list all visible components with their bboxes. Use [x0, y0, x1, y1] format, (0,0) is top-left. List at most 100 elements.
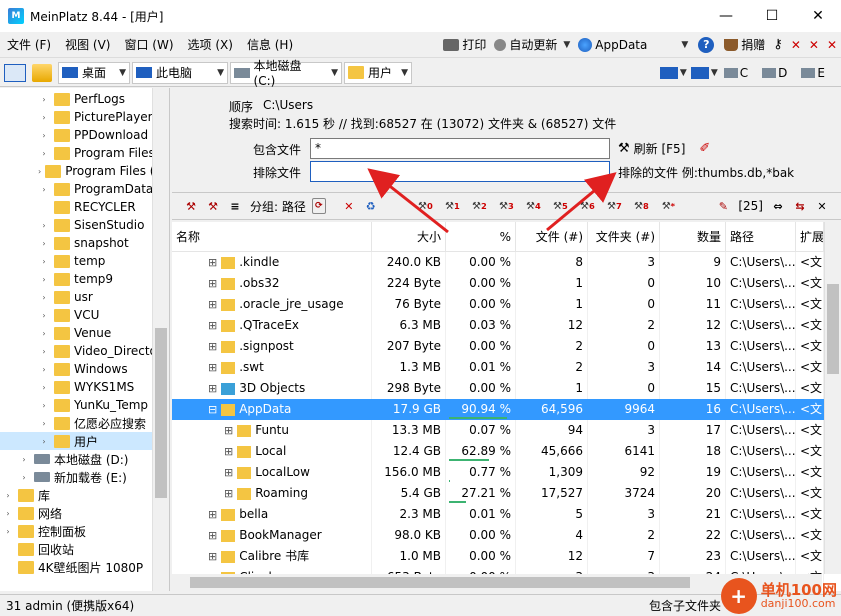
- tree-scrollbar[interactable]: [152, 88, 169, 591]
- column-header[interactable]: 路径: [726, 222, 796, 252]
- auto-update-button[interactable]: 自动更新 ▼: [490, 34, 574, 56]
- expand-icon[interactable]: ⊞: [208, 252, 217, 273]
- chevron-down-icon[interactable]: ▼: [401, 68, 408, 78]
- table-row[interactable]: ⊞ .obs32 224 Byte 0.00 % 1 0 10 C:\Users\... <文: [172, 273, 841, 294]
- expand-icon[interactable]: ⊞: [208, 294, 217, 315]
- filter-level-6-icon[interactable]: ⚒ 6: [576, 197, 599, 215]
- tree-item[interactable]: › Program Files: [0, 144, 169, 162]
- hammer-icon[interactable]: ⚒: [182, 197, 200, 215]
- chevron-right-icon[interactable]: ›: [38, 167, 41, 176]
- tree-item[interactable]: › SisenStudio: [0, 216, 169, 234]
- table-row[interactable]: ⊞ Local 12.4 GB 62.89 % 45,666 6141 18 C:\Users…: [172, 441, 841, 462]
- tool-close-other-button[interactable]: ✕: [823, 34, 841, 56]
- chevron-right-icon[interactable]: ›: [38, 239, 50, 248]
- column-header[interactable]: 文件 (#): [516, 222, 588, 252]
- menu-window[interactable]: 窗口 (W): [117, 34, 180, 56]
- grid-hscroll-thumb[interactable]: [190, 577, 690, 588]
- filter-level-3-icon[interactable]: ⚒ 3: [495, 197, 518, 215]
- exclude-input[interactable]: [310, 161, 610, 182]
- tree-item[interactable]: › 库: [0, 486, 169, 504]
- table-row[interactable]: ⊞ bella 2.3 MB 0.01 % 5 3 21 C:\Users\... <文: [172, 504, 841, 525]
- tree-item[interactable]: › 新加载卷 (E:): [0, 468, 169, 486]
- filter-level-4-icon[interactable]: ⚒ 4: [522, 197, 545, 215]
- chevron-right-icon[interactable]: ›: [38, 149, 50, 158]
- pen-icon[interactable]: ✎: [714, 197, 732, 215]
- table-row[interactable]: ⊞ .signpost 207 Byte 0.00 % 2 0 13 C:\Users\...…: [172, 336, 841, 357]
- breadcrumb-pc[interactable]: 此电脑 ▼: [132, 61, 228, 84]
- filter-level-9-icon[interactable]: ⚒ *: [657, 197, 680, 215]
- menu-options[interactable]: 选项 (X): [181, 34, 240, 56]
- table-row[interactable]: ⊞ .swt 1.3 MB 0.01 % 2 3 14 C:\Users\... <文: [172, 357, 841, 378]
- tree-item[interactable]: › Venue: [0, 324, 169, 342]
- tree-item[interactable]: › 本地磁盘 (D:): [0, 450, 169, 468]
- chevron-right-icon[interactable]: ›: [38, 437, 50, 446]
- tree-item[interactable]: › VCU: [0, 306, 169, 324]
- filter-level-7-icon[interactable]: ⚒ 7: [603, 197, 626, 215]
- chevron-right-icon[interactable]: ›: [38, 347, 50, 356]
- chevron-down-icon[interactable]: ▼: [119, 68, 126, 78]
- chevron-right-icon[interactable]: ›: [38, 131, 50, 140]
- chevron-down-icon[interactable]: ▼: [680, 68, 687, 78]
- chevron-right-icon[interactable]: ›: [38, 365, 50, 374]
- expand-icon[interactable]: ⊞: [224, 441, 233, 462]
- table-row[interactable]: ⊞ .QTraceEx 6.3 MB 0.03 % 12 2 12 C:\Users\... <…: [172, 315, 841, 336]
- table-row[interactable]: ⊞ .kindle 240.0 KB 0.00 % 8 3 9 C:\Users\... <文: [172, 252, 841, 273]
- tree-item[interactable]: › Program Files (x86): [0, 162, 169, 180]
- up-folder-icon[interactable]: [32, 63, 52, 82]
- chevron-right-icon[interactable]: ›: [38, 419, 50, 428]
- menu-file[interactable]: 文件 (F): [0, 34, 58, 56]
- tree-item[interactable]: › Video_Directory: [0, 342, 169, 360]
- chevron-right-icon[interactable]: ›: [18, 473, 30, 482]
- table-row[interactable]: ⊞ .oracle_jre_usage 76 Byte 0.00 % 1 0 11 C:\Us…: [172, 294, 841, 315]
- chevron-right-icon[interactable]: ›: [38, 95, 50, 104]
- tree-item[interactable]: › 网络: [0, 504, 169, 522]
- tree-item[interactable]: › temp9: [0, 270, 169, 288]
- menu-view[interactable]: 视图 (V): [58, 34, 117, 56]
- chevron-right-icon[interactable]: ›: [38, 383, 50, 392]
- column-header[interactable]: %: [446, 222, 516, 252]
- swap-icon[interactable]: ⇆: [791, 197, 809, 215]
- tree-item[interactable]: › 用户: [0, 432, 169, 450]
- chevron-right-icon[interactable]: ›: [38, 311, 50, 320]
- expand-icon[interactable]: ⊞: [208, 273, 217, 294]
- wand-icon[interactable]: ✐: [699, 141, 710, 156]
- table-row[interactable]: ⊞ Roaming 5.4 GB 27.21 % 17,527 3724 20 C:\User…: [172, 483, 841, 504]
- print-button[interactable]: 打印: [439, 34, 490, 56]
- folder-tree[interactable]: › PerfLogs › PicturePlayer › PPDownload › Progr…: [0, 88, 170, 591]
- chevron-right-icon[interactable]: ›: [38, 275, 50, 284]
- monitor2-icon[interactable]: [690, 66, 709, 79]
- close-button[interactable]: ✕: [795, 0, 841, 32]
- expand-icon[interactable]: ⊞: [208, 378, 217, 399]
- filter-level-5-icon[interactable]: ⚒ 5: [549, 197, 572, 215]
- column-header[interactable]: 扩展: [796, 222, 824, 252]
- expand-icon[interactable]: ⊞: [208, 315, 217, 336]
- chevron-right-icon[interactable]: ›: [38, 293, 50, 302]
- delete-icon[interactable]: ✕: [340, 197, 358, 215]
- chevron-right-icon[interactable]: ›: [38, 221, 50, 230]
- tree-item[interactable]: › WYKS1MS: [0, 378, 169, 396]
- tree-item[interactable]: › snapshot: [0, 234, 169, 252]
- chevron-right-icon[interactable]: ›: [38, 113, 50, 122]
- chevron-down-icon[interactable]: ▼: [563, 40, 570, 50]
- include-input[interactable]: *: [310, 138, 610, 159]
- group-by-label[interactable]: 分组: 路径: [250, 198, 306, 215]
- tree-item[interactable]: › PPDownload: [0, 126, 169, 144]
- breadcrumb-user[interactable]: 用户 ▼: [344, 61, 412, 84]
- table-row[interactable]: ⊞ LocalLow 156.0 MB 0.77 % 1,309 92 19 C:\Users…: [172, 462, 841, 483]
- tool-close-all-button[interactable]: ✕: [805, 34, 823, 56]
- tree-item[interactable]: 4K壁纸图片 1080P: [0, 558, 169, 576]
- chevron-down-icon[interactable]: ▼: [331, 68, 338, 78]
- tree-item[interactable]: › 亿愿必应搜索: [0, 414, 169, 432]
- chevron-right-icon[interactable]: ›: [18, 455, 30, 464]
- results-grid[interactable]: 名称 大小% 文件 (#) 文件夹 (#) 数量 路径 扩展 ⊞ .kindle 240.0 K…: [172, 222, 841, 591]
- chevron-right-icon[interactable]: ›: [2, 527, 14, 536]
- table-row[interactable]: ⊞ BookManager 98.0 KB 0.00 % 4 2 22 C:\Users\..…: [172, 525, 841, 546]
- tree-item[interactable]: › PicturePlayer: [0, 108, 169, 126]
- column-header[interactable]: 大小: [372, 222, 446, 252]
- column-header[interactable]: 文件夹 (#): [588, 222, 660, 252]
- filter-level-2-icon[interactable]: ⚒ 2: [468, 197, 491, 215]
- tree-item[interactable]: › usr: [0, 288, 169, 306]
- tree-item[interactable]: › temp: [0, 252, 169, 270]
- breadcrumb-desktop[interactable]: 桌面 ▼: [58, 61, 130, 84]
- expand-icon[interactable]: ⊞: [224, 462, 233, 483]
